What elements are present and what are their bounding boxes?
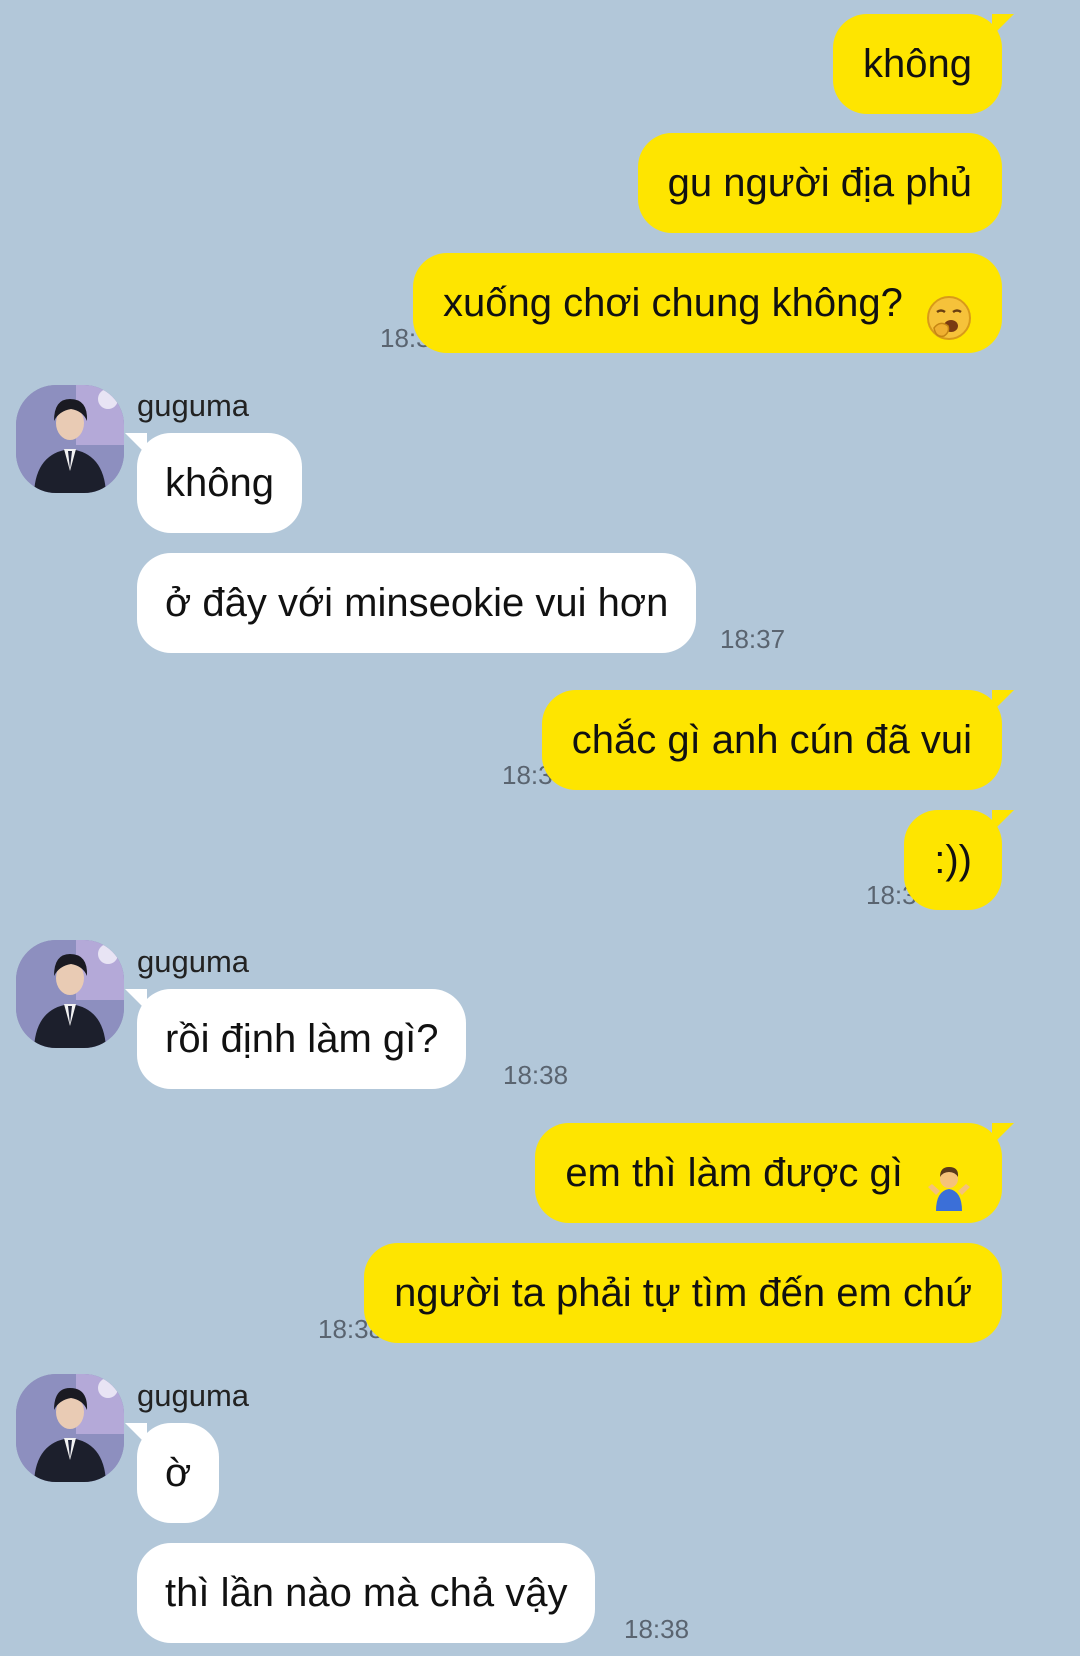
person-shrugging-icon	[926, 1148, 972, 1212]
message-text: rồi định làm gì?	[165, 1017, 439, 1061]
message-text: ờ	[165, 1451, 192, 1495]
message-text: chắc gì anh cún đã vui	[571, 718, 972, 762]
message-text: thì lần nào mà chả vậy	[165, 1571, 568, 1615]
message-bubble-outgoing[interactable]: chắc gì anh cún đã vui	[541, 690, 1015, 790]
contact-avatar[interactable]	[16, 1374, 124, 1482]
message-text: gu người địa phủ	[667, 161, 972, 205]
message-bubble-outgoing[interactable]: không	[833, 14, 1014, 114]
message-bubble-incoming[interactable]: ờ	[124, 1423, 220, 1523]
message-bubble-outgoing[interactable]: em thì làm được gì	[535, 1123, 1014, 1223]
chat-area[interactable]: không gu người địa phủ 18:37 xuống chơi …	[0, 0, 1080, 1656]
contact-avatar[interactable]	[16, 385, 124, 493]
message-text: em thì làm được gì	[565, 1151, 903, 1195]
message-time: 18:38	[624, 1614, 690, 1644]
contact-avatar[interactable]	[16, 940, 124, 1048]
message-text: xuống chơi chung không?	[442, 281, 903, 325]
message-bubble-incoming[interactable]: thì lần nào mà chả vậy	[137, 1543, 596, 1643]
message-bubble-incoming[interactable]: ở đây với minseokie vui hơn	[137, 553, 697, 653]
message-time: 18:38	[503, 1060, 569, 1090]
message-text: không	[863, 42, 972, 86]
yawning-face-icon	[926, 278, 972, 341]
sender-name: guguma	[137, 1378, 250, 1413]
message-bubble-outgoing[interactable]: gu người địa phủ	[637, 133, 1002, 233]
message-bubble-incoming[interactable]: không	[125, 433, 302, 533]
message-text: không	[165, 461, 274, 505]
message-bubble-outgoing[interactable]: :))	[904, 810, 1014, 910]
message-bubble-outgoing[interactable]: xuống chơi chung không?	[412, 253, 1002, 353]
message-bubble-outgoing[interactable]: người ta phải tự tìm đến em chứ	[364, 1243, 1002, 1343]
message-text: người ta phải tự tìm đến em chứ	[394, 1271, 972, 1315]
sender-name: guguma	[137, 944, 250, 979]
message-text: ở đây với minseokie vui hơn	[165, 581, 669, 625]
message-bubble-incoming[interactable]: rồi định làm gì?	[124, 989, 467, 1089]
sender-name: guguma	[137, 388, 250, 423]
message-time: 18:37	[720, 624, 786, 654]
message-text: :))	[934, 838, 972, 882]
